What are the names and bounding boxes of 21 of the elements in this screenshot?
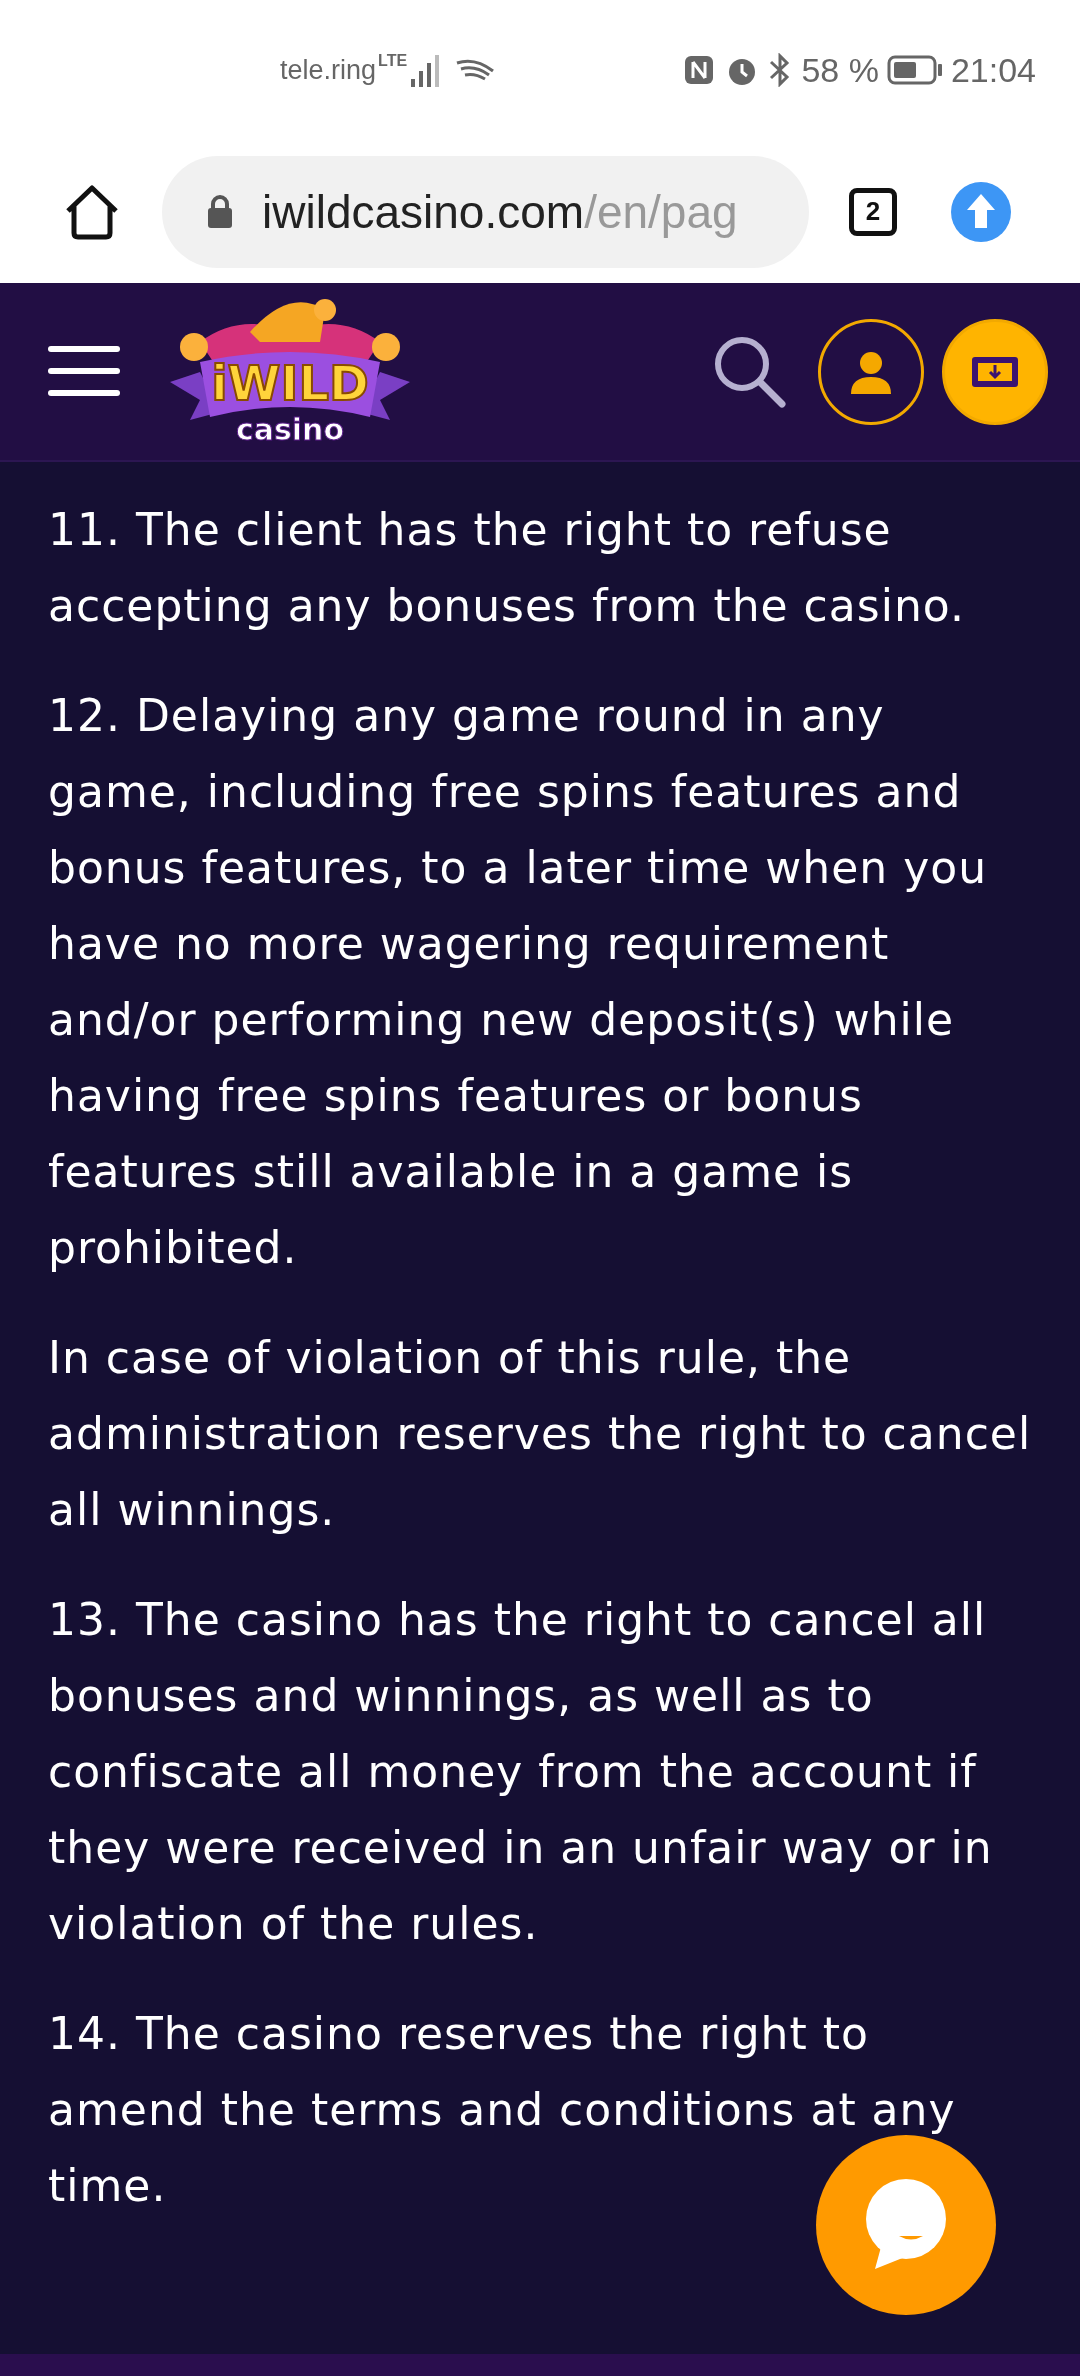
battery-percent: 58 %	[801, 50, 879, 90]
terms-paragraph: 11. The client has the right to refuse accepting any bonuses from the casino.	[48, 503, 966, 633]
cash-icon	[970, 354, 1020, 389]
lock-icon	[206, 193, 234, 230]
nfc-icon	[683, 54, 716, 86]
tab-count-button[interactable]: 2	[849, 187, 897, 236]
speech-bubble-icon	[863, 2179, 949, 2271]
wifi-icon	[455, 57, 496, 83]
person-icon	[849, 349, 893, 394]
network-type: LTE	[378, 52, 408, 70]
upload-icon[interactable]	[951, 181, 1011, 242]
terms-paragraph: 14. The casino reserves the right to amend the terms and conditions at any time.	[48, 2007, 957, 2213]
menu-icon[interactable]	[48, 344, 120, 399]
carrier-name: tele.ring	[280, 54, 377, 86]
battery-icon	[886, 55, 943, 85]
terms-paragraph: 13. The casino has the right to cancel all bonuses and winnings, as well as to confiscate all money from the account if they were received in an unfair way or in violation of the rules.	[48, 1593, 994, 1951]
terms-paragraph: 12. Delaying any game round in any game, including free spins features and bonus features, to a later time when you have no more wagering requirement and/or performing new deposit(s) while having free spins features or bonus features still available in a game is prohibited.	[48, 689, 989, 1275]
clock-time: 21:04	[950, 50, 1036, 90]
account-button[interactable]	[818, 318, 924, 425]
terms-paragraph: In case of violation of this rule, the administration reserves the right to cancel all winnings.	[48, 1331, 1032, 1537]
url-field[interactable]: iwildcasino.com/en/pag	[162, 155, 809, 268]
